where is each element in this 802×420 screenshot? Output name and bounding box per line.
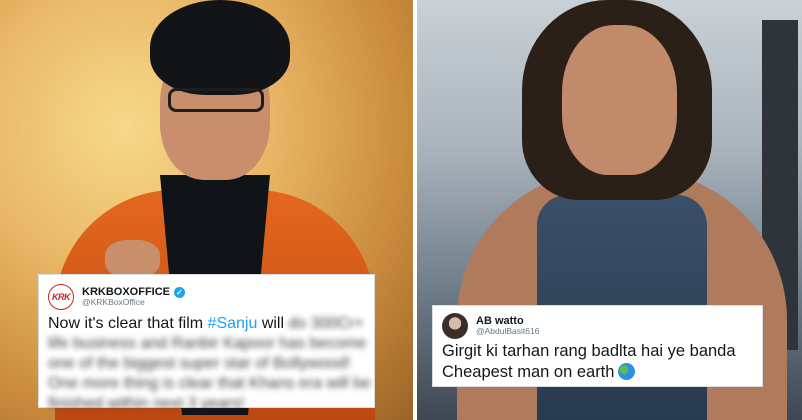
avatar: KRK (48, 284, 74, 310)
tweet-line-1: Girgit ki tarhan rang badlta hai ye band… (442, 342, 736, 360)
tweet-header: AB watto @AbdulBasit616 (442, 311, 753, 341)
tweet-header: KRK KRKBOXOFFICE ✓ @KRKBoxOffice (48, 282, 365, 312)
blurred-text: one of the biggest super star of Bollywo… (48, 355, 351, 372)
glasses (168, 88, 264, 112)
user-handle: @AbdulBasit616 (476, 326, 540, 337)
globe-icon (618, 363, 636, 380)
tweet-text: Girgit ki tarhan rang badlta hai ye band… (442, 341, 753, 383)
blurred-text: finished within next 3 years! (48, 395, 245, 412)
avatar-logo-text: KRK (52, 292, 71, 302)
user-handle: @KRKBoxOffice (82, 297, 145, 308)
tweet-text: Now it's clear that film #Sanju will do … (48, 314, 371, 414)
tweet-line-2: Cheapest man on earth (442, 363, 615, 381)
right-person-face (562, 25, 677, 175)
verified-badge-icon: ✓ (174, 286, 185, 298)
blurred-text: do 300Cr+ (288, 315, 364, 332)
hashtag-link[interactable]: #Sanju (208, 315, 258, 332)
left-person-hair (150, 0, 290, 95)
tweet-card-ab-watto: AB watto @AbdulBasit616 Girgit ki tarhan… (432, 305, 763, 387)
tweet-card-krk: KRK KRKBOXOFFICE ✓ @KRKBoxOffice Now it'… (38, 274, 375, 412)
tweet-text-will: will (257, 315, 285, 332)
blurred-text: One more thing is clear that Khans era w… (48, 375, 371, 392)
avatar (442, 313, 468, 339)
tweet-text-start: Now it's clear that film (48, 315, 208, 332)
blurred-text: life business and Ranbir Kapoor has beco… (48, 335, 367, 352)
left-person-hand (105, 240, 160, 278)
